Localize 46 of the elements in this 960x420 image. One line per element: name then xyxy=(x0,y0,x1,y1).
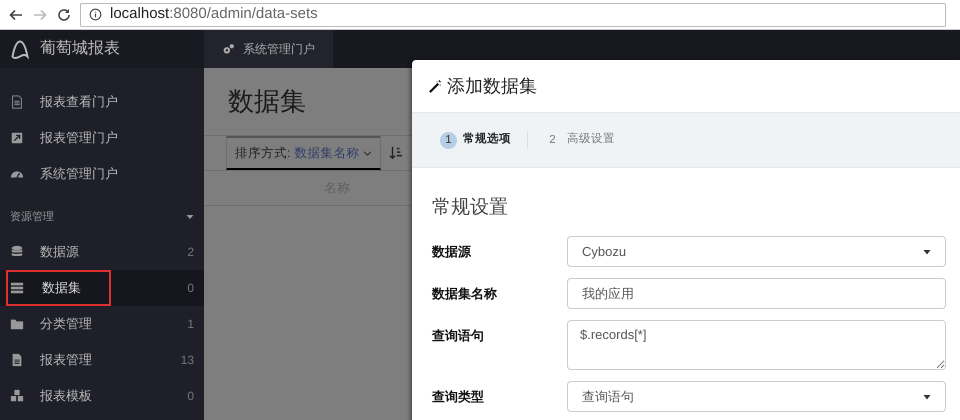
field-label: 查询类型 xyxy=(432,389,484,404)
server-icon xyxy=(10,281,24,295)
database-icon xyxy=(10,245,24,259)
dropdown-arrow-icon xyxy=(923,248,931,256)
item-count: 0 xyxy=(187,280,194,297)
document-icon xyxy=(10,353,24,367)
chevron-down-icon xyxy=(363,148,372,158)
magic-wand-icon xyxy=(428,78,443,94)
section-header[interactable]: 资源管理 xyxy=(0,200,204,234)
item-count: 2 xyxy=(187,244,194,261)
brand-name: 葡萄城报表 xyxy=(40,38,120,59)
item-count: 13 xyxy=(180,352,194,369)
item-count: 0 xyxy=(187,388,194,405)
wizard-step[interactable]: 1 常规选项 xyxy=(434,131,517,149)
sidebar-item[interactable]: 报表查看门户 xyxy=(0,84,204,120)
field-label: 查询语句 xyxy=(432,328,484,343)
input-field[interactable]: 我的应用 xyxy=(567,278,946,309)
info-icon xyxy=(89,8,102,21)
sort-dropdown[interactable]: 排序方式: 数据集名称 xyxy=(226,136,382,170)
select-field[interactable]: 查询语句 xyxy=(567,381,946,412)
sidebar-item[interactable]: 系统管理门户 xyxy=(0,156,204,192)
field-label: 数据源 xyxy=(432,244,471,259)
page-title: 数据集 xyxy=(228,85,306,118)
field-label: 数据集名称 xyxy=(432,286,497,301)
url-text: localhost:8080/admin/data-sets xyxy=(110,4,318,24)
sidebar-item[interactable]: 报表管理 13 xyxy=(0,342,204,378)
sidebar-item[interactable]: 报表模板 0 xyxy=(0,378,204,414)
reload-icon[interactable] xyxy=(56,6,72,22)
item-count: 1 xyxy=(187,316,194,333)
sidebar-item[interactable]: 数据源 2 xyxy=(0,234,204,270)
sidebar-item[interactable]: 报表管理门户 xyxy=(0,120,204,156)
external-link-icon xyxy=(10,131,24,145)
query-textarea[interactable]: $.records[*] xyxy=(567,320,946,370)
sidebar-item[interactable]: 分类管理 1 xyxy=(0,306,204,342)
document-icon xyxy=(10,95,24,109)
sidebar-item[interactable]: 数据集 0 xyxy=(0,270,204,306)
section-title: 常规设置 xyxy=(432,197,508,218)
dropdown-arrow-icon xyxy=(923,392,931,400)
cubes-icon xyxy=(10,389,24,403)
modal-title: 添加数据集 xyxy=(447,74,537,98)
wizard-step[interactable]: 2 高级设置 xyxy=(538,131,621,149)
folder-icon xyxy=(10,317,24,331)
top-tab[interactable]: 系统管理门户 xyxy=(204,30,333,68)
sort-order-icon[interactable] xyxy=(389,146,404,160)
select-field[interactable]: Cybozu xyxy=(567,236,946,267)
address-bar[interactable]: localhost:8080/admin/data-sets xyxy=(80,2,946,26)
